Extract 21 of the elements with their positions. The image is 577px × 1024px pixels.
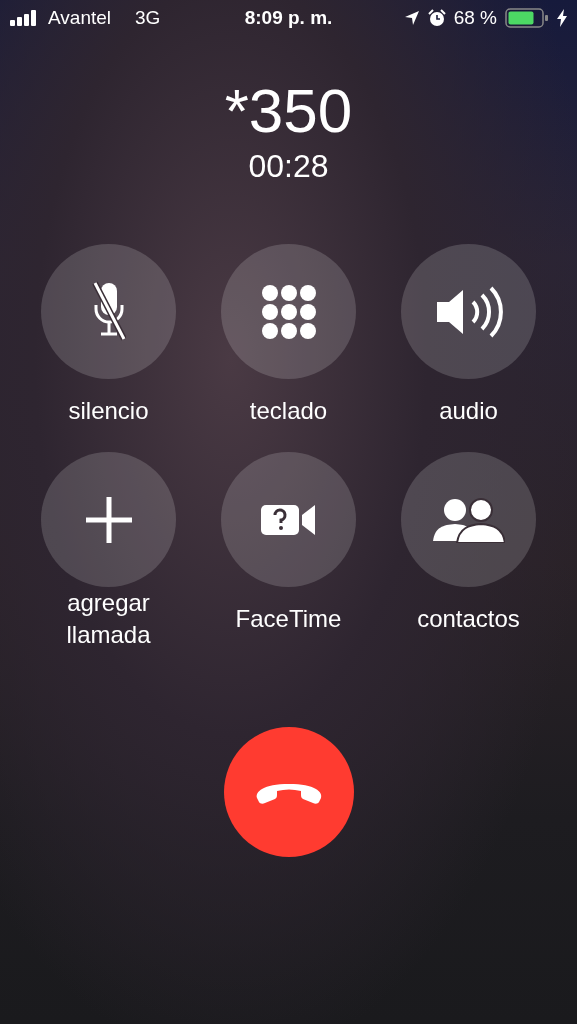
plus-icon — [83, 494, 134, 545]
alarm-clock-icon — [427, 9, 446, 27]
button-label: teclado — [249, 396, 328, 426]
button-label: silencio — [68, 396, 149, 426]
keypad-icon — [261, 284, 316, 339]
button-label: audio — [439, 396, 498, 426]
clock-time: 8:09 p. m. — [244, 5, 333, 30]
carrier-name: Avantel — [48, 5, 112, 30]
button-label: agregar llamada — [65, 588, 152, 650]
charging-bolt-icon — [557, 9, 567, 27]
battery-percent: 68 % — [453, 5, 497, 30]
call-number: *350 — [224, 76, 353, 146]
microphone-muted-icon — [91, 280, 126, 343]
location-arrow-icon — [403, 10, 420, 26]
button-label: contactos — [417, 604, 520, 634]
network-type: 3G — [135, 5, 161, 30]
call-duration: 00:28 — [248, 147, 329, 186]
button-label: FaceTime — [235, 604, 342, 634]
battery-icon — [505, 8, 549, 28]
contacts-icon — [432, 496, 505, 543]
video-camera-icon — [260, 502, 317, 537]
